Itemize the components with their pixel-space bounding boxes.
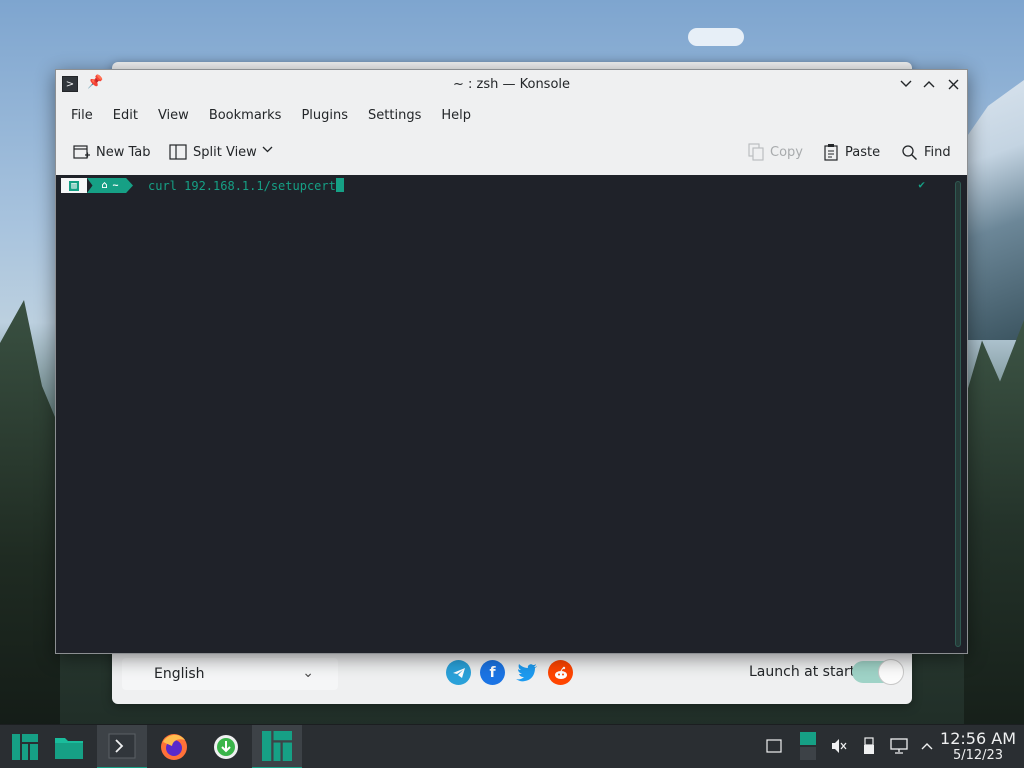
command-text: curl 192.168.1.1/setupcert: [148, 179, 336, 193]
terminal-icon: [108, 733, 136, 759]
new-tab-label: New Tab: [96, 144, 151, 160]
status-check-icon: ✔: [918, 178, 925, 191]
volume-muted-icon[interactable]: [829, 735, 849, 757]
launch-at-start-toggle[interactable]: [852, 659, 904, 685]
clock-time: 12:56 AM: [940, 729, 1016, 748]
terminal-area[interactable]: ▥ ⌂ ~ curl 192.168.1.1/setupcert ✔: [56, 175, 967, 653]
manjaro-logo-icon: [12, 734, 38, 760]
split-view-chevron-icon[interactable]: [262, 142, 273, 156]
menu-settings[interactable]: Settings: [358, 108, 431, 123]
chevron-down-icon: [900, 80, 912, 87]
download-icon: [214, 735, 238, 759]
paste-icon: [824, 144, 838, 161]
search-icon: [902, 144, 917, 160]
menu-help[interactable]: Help: [431, 108, 481, 123]
minimize-button[interactable]: [896, 74, 916, 94]
clock-date: 5/12/23: [952, 748, 1004, 763]
prompt-os-segment: ▥: [61, 178, 87, 193]
menubar: File Edit View Bookmarks Plugins Setting…: [56, 100, 967, 130]
clock[interactable]: 12:56 AM 5/12/23: [940, 730, 1016, 764]
manjaro-hello-icon: [262, 731, 292, 761]
network-icon[interactable]: [889, 735, 909, 757]
find-label: Find: [924, 144, 951, 160]
taskbar-dolphin[interactable]: [44, 725, 94, 768]
virtual-desktop-pager[interactable]: [798, 729, 818, 763]
prompt-dir: ~: [112, 180, 119, 191]
paste-button[interactable]: Paste: [823, 140, 880, 164]
taskbar-firefox[interactable]: [149, 725, 199, 768]
reddit-icon[interactable]: [548, 660, 573, 685]
konsole-window[interactable]: > 📌 ~ : zsh — Konsole File Edit View Boo…: [55, 69, 968, 654]
split-view-button[interactable]: Split View: [169, 140, 257, 164]
toolbar: New Tab Split View Copy Paste Find: [56, 130, 967, 174]
language-select[interactable]: English ⌄: [122, 658, 338, 690]
menu-bookmarks[interactable]: Bookmarks: [199, 108, 292, 123]
new-tab-button[interactable]: New Tab: [72, 140, 151, 164]
taskbar-manjaro-hello[interactable]: [252, 725, 302, 768]
launch-at-start-label: Launch at start: [749, 664, 856, 680]
chevron-up-icon[interactable]: [917, 735, 937, 757]
language-value: English: [154, 666, 205, 682]
wallpaper-cloud: [688, 28, 744, 46]
split-view-label: Split View: [193, 144, 257, 160]
split-view-icon: [169, 144, 187, 160]
folder-icon: [55, 738, 83, 759]
application-launcher-button[interactable]: [0, 725, 50, 768]
show-desktop-icon[interactable]: [764, 735, 784, 757]
menu-plugins[interactable]: Plugins: [291, 108, 358, 123]
command-line[interactable]: curl 192.168.1.1/setupcert: [148, 178, 344, 193]
new-tab-icon: [73, 145, 90, 159]
titlebar[interactable]: > 📌 ~ : zsh — Konsole: [56, 70, 967, 100]
toggle-knob: [878, 659, 904, 685]
menu-file[interactable]: File: [61, 108, 103, 123]
taskbar-konsole[interactable]: [97, 725, 147, 768]
copy-icon: [748, 143, 764, 161]
wallpaper-trees-right: [964, 320, 1024, 730]
chevron-up-icon: [923, 81, 935, 88]
menu-view[interactable]: View: [148, 108, 199, 123]
copy-button[interactable]: Copy: [748, 140, 803, 164]
background-app-footer: English ⌄ f Launch at start: [112, 652, 912, 704]
maximize-button[interactable]: [919, 74, 939, 94]
taskbar-downloader[interactable]: [201, 725, 251, 768]
close-icon: [948, 79, 958, 89]
twitter-icon[interactable]: [514, 660, 539, 685]
text-cursor: [335, 178, 344, 192]
taskbar: 12:56 AM 5/12/23: [0, 724, 1024, 768]
social-links: f: [446, 660, 573, 685]
find-button[interactable]: Find: [901, 140, 951, 164]
paste-label: Paste: [845, 144, 881, 160]
copy-label: Copy: [770, 144, 803, 160]
home-icon: ⌂: [101, 180, 108, 191]
terminal-scrollbar[interactable]: [955, 181, 961, 647]
menu-edit[interactable]: Edit: [103, 108, 148, 123]
facebook-icon[interactable]: f: [480, 660, 505, 685]
prompt-dir-segment: ⌂ ~: [87, 178, 133, 193]
window-title: ~ : zsh — Konsole: [452, 77, 571, 92]
chevron-down-icon: ⌄: [302, 665, 314, 681]
firefox-icon: [161, 734, 187, 760]
manjaro-icon: ▥: [69, 180, 79, 191]
wallpaper-trees-left: [0, 300, 60, 730]
close-button[interactable]: [943, 74, 963, 94]
telegram-icon[interactable]: [446, 660, 471, 685]
usb-device-icon[interactable]: [859, 735, 879, 757]
